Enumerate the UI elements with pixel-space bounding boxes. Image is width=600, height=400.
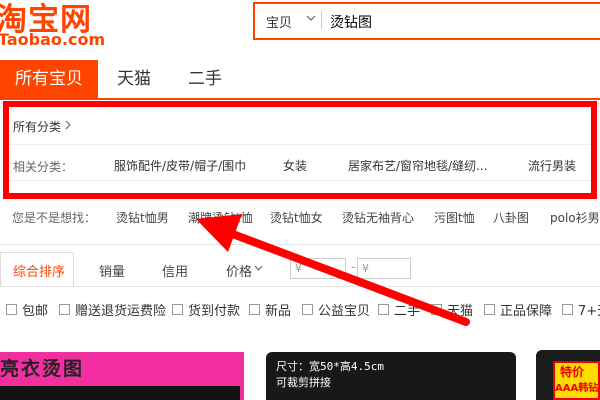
annotation-arrow-icon	[196, 214, 470, 326]
